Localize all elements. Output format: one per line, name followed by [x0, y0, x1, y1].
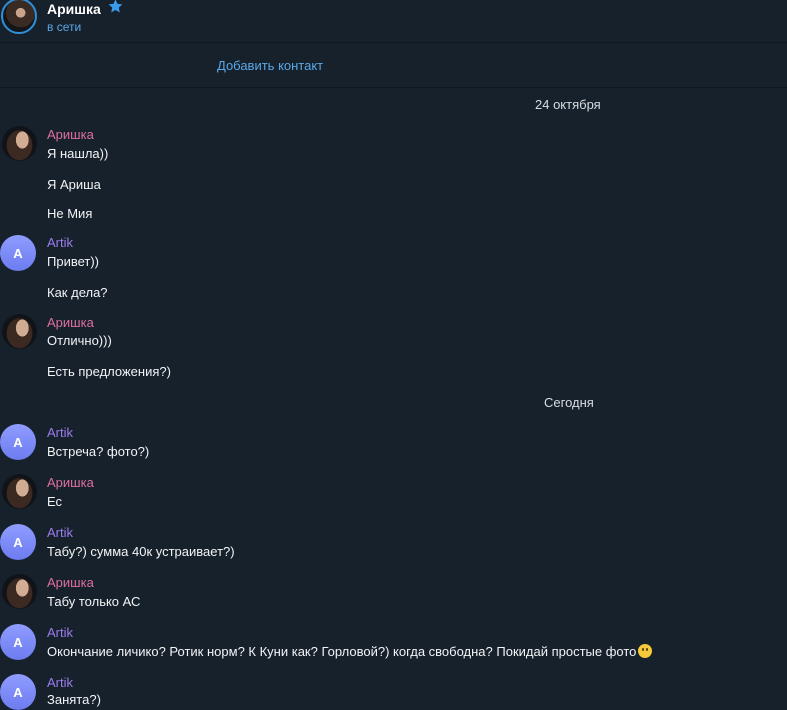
- sender-name[interactable]: Artik: [47, 625, 73, 640]
- arishka-avatar[interactable]: [2, 574, 37, 609]
- chat-header[interactable]: Аришка в сети: [0, 0, 787, 43]
- artik-avatar[interactable]: A: [0, 235, 36, 271]
- message-text: Я нашла)): [47, 146, 109, 161]
- sender-name[interactable]: Аришка: [47, 475, 94, 490]
- message-text: Табу?) сумма 40к устраивает?): [47, 544, 235, 559]
- message-text: Не Мия: [47, 206, 93, 221]
- sender-name[interactable]: Аришка: [47, 315, 94, 330]
- message-text: Отлично))): [47, 333, 112, 348]
- sender-name[interactable]: Artik: [47, 425, 73, 440]
- date-divider: Сегодня: [544, 395, 594, 410]
- arishka-avatar[interactable]: [2, 126, 37, 161]
- arishka-avatar[interactable]: [2, 474, 37, 509]
- contact-avatar[interactable]: [1, 0, 37, 34]
- sender-name[interactable]: Artik: [47, 235, 73, 250]
- add-contact-button[interactable]: Добавить контакт: [217, 58, 323, 73]
- message-text: Есть предложения?): [47, 364, 171, 379]
- artik-avatar[interactable]: A: [0, 424, 36, 460]
- artik-avatar[interactable]: A: [0, 624, 36, 660]
- date-divider: 24 октября: [535, 97, 601, 112]
- message-text: Табу только АС: [47, 594, 141, 609]
- contact-name[interactable]: Аришка: [47, 1, 101, 17]
- message-row: Окончание личико? Ротик норм? К Куни как…: [47, 644, 653, 659]
- message-text: Ес: [47, 494, 63, 509]
- message-text: Окончание личико? Ротик норм? К Куни как…: [47, 644, 637, 659]
- artik-avatar[interactable]: A: [0, 524, 36, 560]
- arishka-avatar[interactable]: [2, 314, 37, 349]
- sender-name[interactable]: Artik: [47, 525, 73, 540]
- message-text: Я Ариша: [47, 177, 101, 192]
- smile-emoji-icon: [638, 644, 653, 658]
- sender-name[interactable]: Аришка: [47, 127, 94, 142]
- artik-avatar[interactable]: A: [0, 674, 36, 710]
- contact-status: в сети: [47, 20, 82, 34]
- message-text: Встреча? фото?): [47, 444, 150, 459]
- message-text: Привет)): [47, 254, 100, 269]
- message-text: Занята?): [47, 692, 101, 707]
- sender-name[interactable]: Аришка: [47, 575, 94, 590]
- verified-star-icon: [108, 0, 123, 13]
- add-contact-bar: Добавить контакт: [0, 43, 787, 88]
- sender-name[interactable]: Artik: [47, 675, 73, 690]
- message-text: Как дела?: [47, 285, 108, 300]
